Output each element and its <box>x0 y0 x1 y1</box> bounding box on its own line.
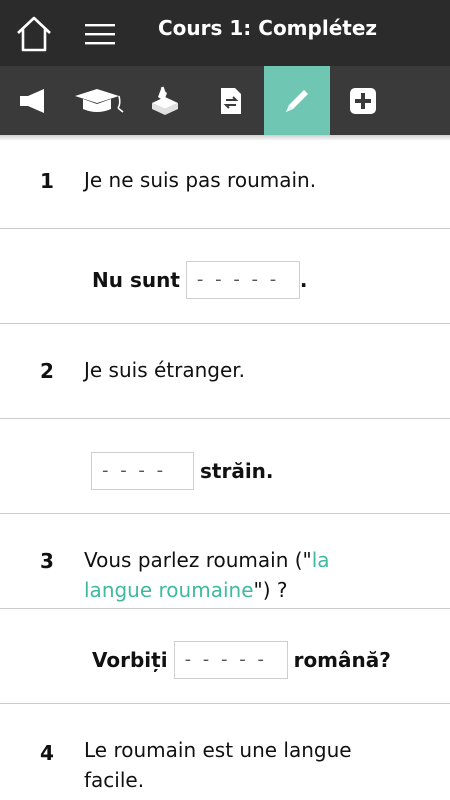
exercise-number: 3 <box>40 549 54 573</box>
romanian-text-after: străin. <box>200 459 274 483</box>
tab-exercise-complete[interactable] <box>264 66 330 135</box>
french-sentence: Vous parlez roumain ("la langue roumaine… <box>84 545 354 605</box>
speaker-icon <box>20 88 44 113</box>
tab-lesson[interactable] <box>66 66 132 135</box>
exercise-answer-row: Nu sunt - - - - - . <box>0 229 450 324</box>
exercise-number: 1 <box>40 169 54 193</box>
exercise-prompt-row: 1 Je ne suis pas roumain. <box>0 141 450 229</box>
lesson-toolbar <box>0 66 450 135</box>
tab-more[interactable] <box>330 66 396 135</box>
exercise-number: 4 <box>40 741 54 765</box>
exercise-number: 2 <box>40 359 54 383</box>
romanian-text-after: română? <box>293 648 391 672</box>
romanian-text-before: Nu sunt <box>92 268 180 292</box>
exercise-prompt-row: 4 Le roumain est une langue facile. <box>0 704 450 800</box>
app-header: Cours 1: Complétez <box>0 0 450 66</box>
french-sentence: Je ne suis pas roumain. <box>84 168 317 192</box>
romanian-text-before: Vorbiți <box>92 648 168 672</box>
document-swap-icon <box>221 87 241 114</box>
answer-blank-input[interactable]: - - - - - <box>185 261 300 299</box>
vote-box-icon <box>152 86 178 115</box>
french-text-after: ") ? <box>253 578 288 602</box>
home-icon <box>17 16 51 52</box>
plus-icon <box>350 87 376 114</box>
tab-audio[interactable] <box>0 66 66 135</box>
menu-button[interactable] <box>82 18 118 50</box>
exercise-prompt-row: 3 Vous parlez roumain ("la langue roumai… <box>0 514 450 609</box>
tab-vote[interactable] <box>132 66 198 135</box>
hamburger-icon <box>85 24 115 45</box>
tab-vocabulary[interactable] <box>198 66 264 135</box>
graduation-cap-icon <box>75 88 124 113</box>
pencil-icon <box>286 89 308 112</box>
exercise-answer-row: - - - - străin. <box>0 419 450 514</box>
exercise-answer-row: Vorbiți - - - - - română? <box>0 609 450 704</box>
page-title: Cours 1: Complétez <box>158 16 378 40</box>
romanian-sentence: - - - - străin. <box>91 452 274 490</box>
answer-blank-input[interactable]: - - - - <box>91 452 194 490</box>
exercise-prompt-row: 2 Je suis étranger. <box>0 324 450 419</box>
french-sentence: Je suis étranger. <box>84 358 246 382</box>
french-sentence: Le roumain est une langue facile. <box>84 738 352 792</box>
french-text-before: Vous parlez roumain (" <box>84 548 312 572</box>
romanian-text-after: . <box>299 268 308 292</box>
home-button[interactable] <box>12 12 56 56</box>
romanian-sentence: Vorbiți - - - - - română? <box>92 641 391 679</box>
romanian-sentence: Nu sunt - - - - - . <box>92 261 308 299</box>
answer-blank-input[interactable]: - - - - - <box>173 641 288 679</box>
